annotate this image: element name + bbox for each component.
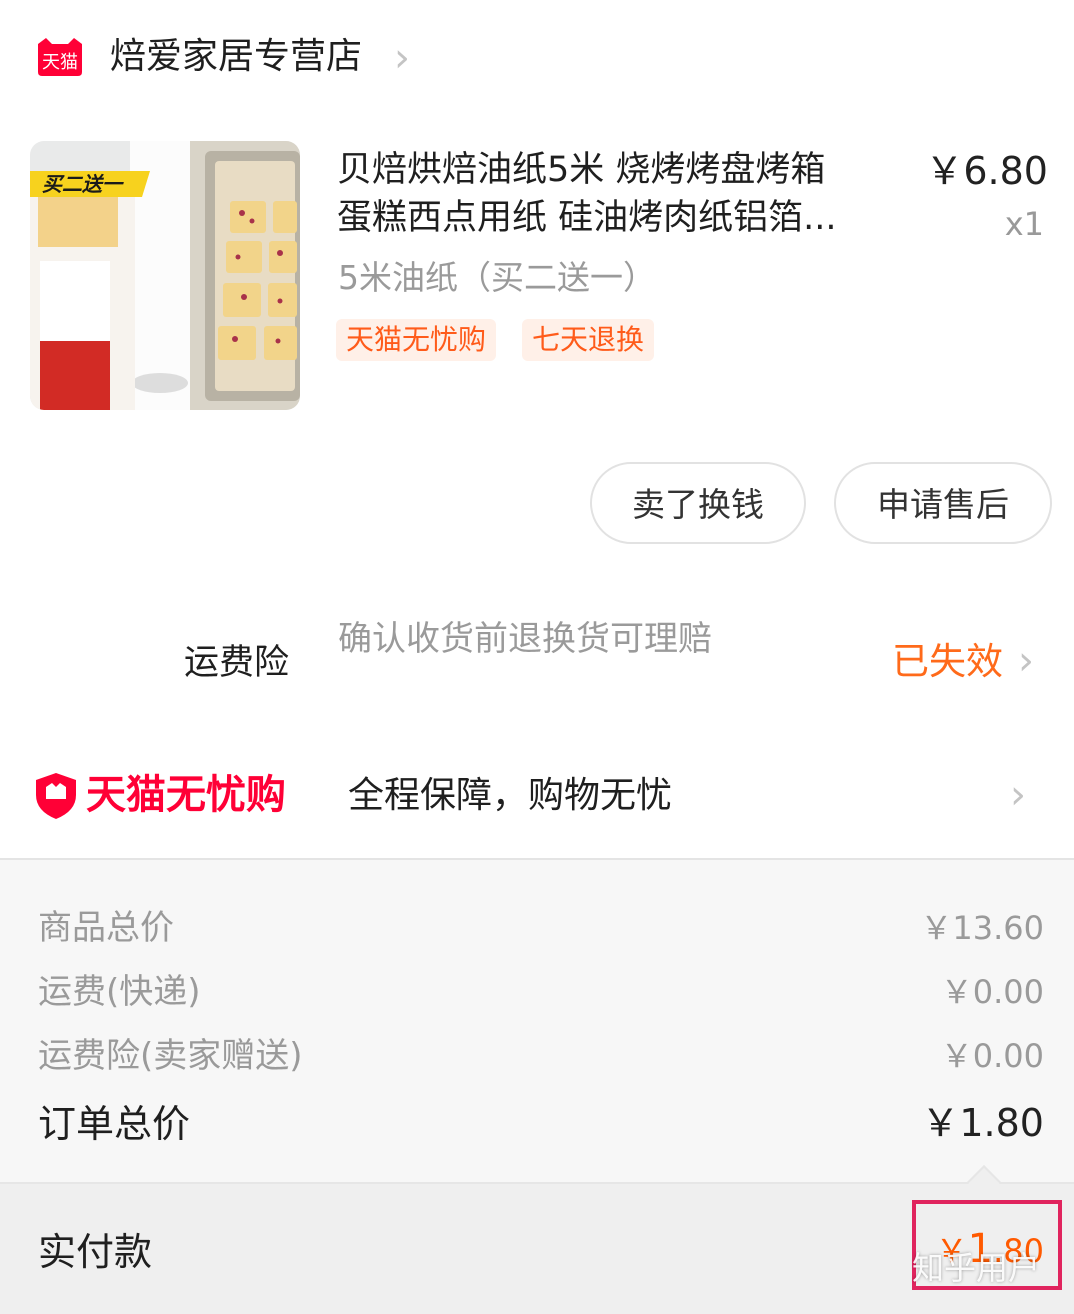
shipping-insurance-label: 运费险	[184, 643, 290, 683]
shipping-insurance-status[interactable]: 已失效	[892, 638, 1003, 686]
shield-icon	[36, 773, 76, 819]
shipping-insurance-fee-label: 运费险(卖家赠送)	[38, 1036, 303, 1076]
store-chevron-right-icon[interactable]: ›	[394, 36, 410, 80]
goods-total-label: 商品总价	[38, 908, 174, 948]
guarantee-chevron-right-icon[interactable]: ›	[1010, 772, 1026, 818]
sell-button[interactable]: 卖了换钱	[590, 462, 806, 544]
product-image-badge: 买二送一	[42, 172, 124, 196]
tag-seven-day-return: 七天退换	[522, 319, 655, 361]
tag-tmall-worry-free: 天猫无忧购	[336, 319, 497, 361]
product-sku: 5米油纸（买二送一）	[338, 258, 656, 297]
goods-total-value: ￥13.60	[920, 909, 1044, 947]
insurance-chevron-right-icon[interactable]: ›	[1018, 638, 1034, 684]
product-quantity: x1	[1004, 205, 1044, 243]
product-price: ￥6.80	[925, 149, 1048, 193]
product-title-line2: 蛋糕西点用纸 硅油烤肉纸铝箔...	[337, 198, 837, 238]
order-total-label: 订单总价	[38, 1102, 191, 1146]
guarantee-description[interactable]: 全程保障，购物无忧	[348, 772, 672, 820]
tmall-store-icon: 天猫	[38, 38, 82, 76]
store-name[interactable]: 焙爱家居专营店	[110, 34, 362, 80]
product-title[interactable]: 贝焙烘焙油纸5米 烧烤烤盘烤箱 蛋糕西点用纸 硅油烤肉纸铝箔...	[337, 146, 897, 242]
tmall-worry-free-brand: 天猫无忧购	[86, 772, 286, 818]
shipping-fee-value: ￥0.00	[940, 973, 1044, 1011]
watermark: 知乎用户	[912, 1249, 1041, 1287]
after-sale-button[interactable]: 申请售后	[834, 462, 1052, 544]
shipping-fee-label: 运费(快递)	[38, 972, 201, 1012]
shipping-insurance-fee-value: ￥0.00	[940, 1037, 1044, 1075]
product-title-line1: 贝焙烘焙油纸5米 烧烤烤盘烤箱	[337, 150, 826, 190]
shipping-insurance-description: 确认收货前退换货可理赔	[338, 619, 712, 659]
order-total-value: ￥1.80	[921, 1101, 1044, 1145]
tmall-logo-text: 天猫	[42, 52, 78, 73]
paid-amount-label: 实付款	[38, 1230, 153, 1274]
product-thumbnail[interactable]: 买二送一	[30, 141, 300, 410]
